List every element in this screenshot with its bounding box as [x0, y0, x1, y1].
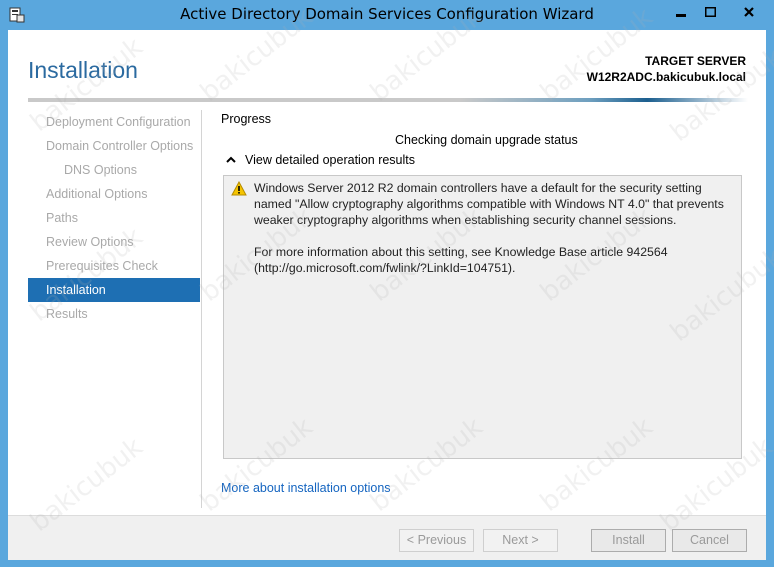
maximize-icon [704, 7, 716, 17]
nav-divider [201, 110, 202, 508]
view-details-expander[interactable]: View detailed operation results [225, 153, 415, 167]
nav-item-dns-options[interactable]: DNS Options [28, 158, 200, 182]
page-title: Installation [28, 57, 138, 83]
window-title: Active Directory Domain Services Configu… [180, 5, 594, 23]
cancel-button[interactable]: Cancel [672, 529, 747, 552]
more-installation-options-link[interactable]: More about installation options [221, 481, 391, 495]
wizard-footer: < Previous Next > Install Cancel [8, 515, 766, 560]
wizard-nav: Deployment Configuration Domain Controll… [28, 110, 200, 326]
nav-item-paths[interactable]: Paths [28, 206, 200, 230]
warning-message: Windows Server 2012 R2 domain controller… [254, 180, 724, 292]
nav-item-domain-controller-options[interactable]: Domain Controller Options [28, 134, 200, 158]
maximize-button[interactable] [697, 2, 723, 22]
warning-message-kb: For more information about this setting,… [254, 245, 668, 275]
close-icon [744, 7, 754, 17]
nav-item-prerequisites-check[interactable]: Prerequisites Check [28, 254, 200, 278]
previous-button[interactable]: < Previous [399, 529, 474, 552]
progress-label: Progress [221, 112, 272, 126]
nav-item-results[interactable]: Results [28, 302, 200, 326]
header-rule [28, 98, 748, 102]
nav-item-review-options[interactable]: Review Options [28, 230, 200, 254]
operation-results-box[interactable]: Windows Server 2012 R2 domain controller… [223, 175, 742, 459]
close-button[interactable] [727, 2, 771, 22]
nav-item-installation[interactable]: Installation [28, 278, 200, 302]
expander-label: View detailed operation results [245, 153, 416, 167]
install-button[interactable]: Install [591, 529, 666, 552]
warning-icon [231, 181, 247, 196]
title-bar[interactable]: Active Directory Domain Services Configu… [0, 0, 774, 30]
wizard-client-area: Installation TARGET SERVER W12R2ADC.baki… [8, 30, 766, 560]
next-button[interactable]: Next > [483, 529, 558, 552]
warning-message-body: Windows Server 2012 R2 domain controller… [254, 181, 724, 227]
nav-item-deployment-configuration[interactable]: Deployment Configuration [28, 110, 200, 134]
chevron-up-icon [226, 156, 236, 163]
target-server-name: W12R2ADC.bakicubuk.local [586, 70, 746, 84]
status-text: Checking domain upgrade status [395, 133, 578, 147]
minimize-icon [676, 14, 686, 17]
nav-item-additional-options[interactable]: Additional Options [28, 182, 200, 206]
target-server-label: TARGET SERVER [645, 54, 746, 68]
wizard-window: Active Directory Domain Services Configu… [0, 0, 774, 567]
minimize-button[interactable] [668, 2, 694, 22]
